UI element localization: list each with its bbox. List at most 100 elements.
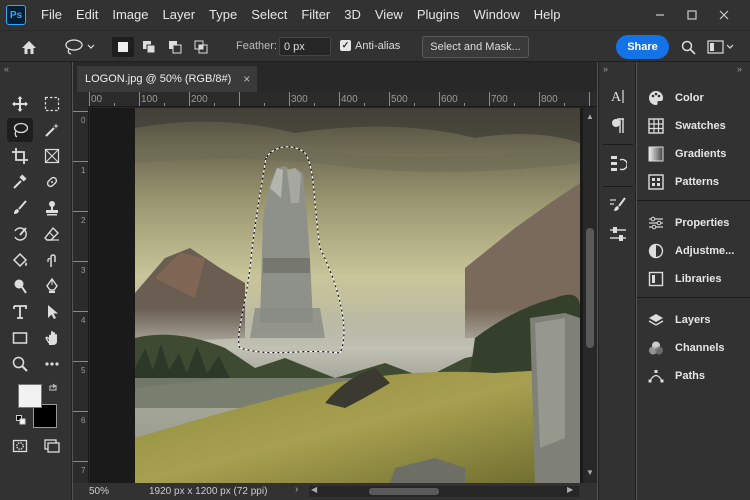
healing-brush-tool[interactable]	[39, 170, 65, 194]
select-and-mask-button[interactable]: Select and Mask...	[422, 36, 529, 58]
paths-panel-tab[interactable]: Paths	[647, 366, 705, 386]
menu-select[interactable]: Select	[244, 0, 294, 30]
zoom-level[interactable]: 50%	[89, 486, 109, 497]
character-icon: A	[611, 90, 624, 105]
history-panel-button[interactable]	[605, 152, 631, 176]
clone-stamp-tool[interactable]	[39, 196, 65, 220]
properties-panel-tab[interactable]: Properties	[647, 213, 729, 233]
minimize-button[interactable]	[644, 0, 676, 30]
brush-tool[interactable]	[7, 196, 33, 220]
smudge-tool[interactable]	[39, 248, 65, 272]
move-tool[interactable]	[7, 92, 33, 116]
tool-presets-button[interactable]	[605, 222, 631, 246]
menu-window[interactable]: Window	[466, 0, 526, 30]
intersect-selection-button[interactable]	[190, 37, 212, 57]
history-brush-tool[interactable]	[7, 222, 33, 246]
marquee-tool[interactable]	[39, 92, 65, 116]
eyedropper-tool[interactable]	[7, 170, 33, 194]
svg-text:A: A	[611, 90, 622, 105]
horizontal-scroll-thumb[interactable]	[369, 488, 439, 495]
magic-wand-tool[interactable]	[39, 118, 65, 142]
feather-label: Feather:	[236, 40, 277, 52]
add-selection-button[interactable]	[138, 37, 160, 57]
paint-bucket-tool[interactable]	[7, 248, 33, 272]
swap-colors-icon[interactable]	[48, 382, 58, 396]
canvas-image[interactable]	[90, 108, 585, 483]
scroll-left-icon[interactable]: ◀	[311, 485, 317, 494]
collapse-panels-icon[interactable]: »	[737, 64, 742, 74]
paragraph-panel-button[interactable]	[605, 114, 631, 138]
share-button[interactable]: Share	[616, 35, 669, 59]
collapse-tools-icon[interactable]: «	[4, 64, 9, 74]
adjustments-panel-tab[interactable]: Adjustme...	[647, 241, 734, 261]
character-panel-button[interactable]: A	[605, 84, 631, 108]
antialias-checkbox[interactable]: ✓	[340, 40, 351, 51]
horizontal-ruler[interactable]: 00 100 200 300 400 500 600 700 800	[89, 92, 597, 107]
path-selection-tool[interactable]	[39, 300, 65, 324]
close-window-button[interactable]	[708, 0, 740, 30]
eraser-tool[interactable]	[39, 222, 65, 246]
gradients-panel-tab[interactable]: Gradients	[647, 144, 726, 164]
pen-tool[interactable]	[39, 274, 65, 298]
menu-plugins[interactable]: Plugins	[410, 0, 467, 30]
patterns-panel-tab[interactable]: Patterns	[647, 172, 719, 192]
zoom-tool[interactable]	[7, 352, 33, 376]
lasso-tool[interactable]	[7, 118, 33, 142]
hand-tool[interactable]	[39, 326, 65, 350]
document-info[interactable]: 1920 px x 1200 px (72 ppi)	[149, 486, 267, 497]
paragraph-icon	[612, 118, 624, 133]
document-tab[interactable]: LOGON.jpg @ 50% (RGB/8#) ×	[77, 66, 257, 92]
type-tool[interactable]	[7, 300, 33, 324]
lasso-preset-picker[interactable]	[60, 36, 98, 58]
scroll-up-icon[interactable]: ▲	[586, 112, 594, 121]
menu-edit[interactable]: Edit	[69, 0, 105, 30]
menu-view[interactable]: View	[368, 0, 410, 30]
vertical-scroll-thumb[interactable]	[586, 228, 594, 348]
horizontal-scrollbar[interactable]: ◀ ▶	[309, 485, 579, 497]
home-button[interactable]	[14, 36, 44, 58]
close-tab-icon[interactable]: ×	[243, 72, 250, 86]
screen-mode-button[interactable]	[39, 434, 65, 458]
workspace-button[interactable]	[706, 37, 736, 57]
vruler-ticks: 0 1 2 3 4 5 6 7	[73, 111, 88, 475]
swatches-panel-tab[interactable]: Swatches	[647, 116, 726, 136]
search-button[interactable]	[678, 37, 698, 57]
channels-panel-tab[interactable]: Channels	[647, 338, 725, 358]
panel-icon-strip: » A	[598, 62, 636, 500]
close-icon	[719, 10, 729, 20]
menu-layer[interactable]: Layer	[156, 0, 203, 30]
maximize-button[interactable]	[676, 0, 708, 30]
ruler-origin[interactable]	[73, 92, 89, 107]
scroll-right-icon[interactable]: ▶	[567, 485, 573, 494]
more-tools-button[interactable]	[39, 352, 65, 376]
menu-help[interactable]: Help	[527, 0, 568, 30]
menu-3d[interactable]: 3D	[337, 0, 368, 30]
history-brush-icon	[14, 227, 27, 241]
quick-mask-button[interactable]	[7, 434, 33, 458]
magic-wand-icon	[45, 123, 59, 137]
libraries-panel-tab[interactable]: Libraries	[647, 269, 721, 289]
menu-filter[interactable]: Filter	[294, 0, 337, 30]
menu-image[interactable]: Image	[105, 0, 155, 30]
brush-settings-button[interactable]	[605, 194, 631, 218]
vertical-scrollbar[interactable]: ▲ ▼	[583, 108, 597, 483]
crop-tool[interactable]	[7, 144, 33, 168]
vertical-ruler[interactable]: 0 1 2 3 4 5 6 7	[73, 107, 89, 483]
feather-input[interactable]	[279, 37, 331, 56]
dodge-tool[interactable]	[7, 274, 33, 298]
rectangle-tool[interactable]	[7, 326, 33, 350]
default-colors-icon[interactable]	[16, 414, 26, 428]
scroll-down-icon[interactable]: ▼	[586, 468, 594, 477]
menu-type[interactable]: Type	[202, 0, 244, 30]
collapse-strip-icon[interactable]: »	[603, 64, 608, 74]
frame-tool[interactable]	[39, 144, 65, 168]
foreground-color-swatch[interactable]	[18, 384, 42, 408]
history-icon	[611, 156, 627, 171]
color-panel-tab[interactable]: Color	[647, 88, 704, 108]
menu-file[interactable]: File	[34, 0, 69, 30]
canvas-pasteboard[interactable]	[90, 108, 585, 483]
new-selection-button[interactable]	[112, 37, 134, 57]
status-arrow-icon[interactable]: ›	[295, 484, 298, 495]
subtract-selection-button[interactable]	[164, 37, 186, 57]
layers-panel-tab[interactable]: Layers	[647, 310, 710, 330]
